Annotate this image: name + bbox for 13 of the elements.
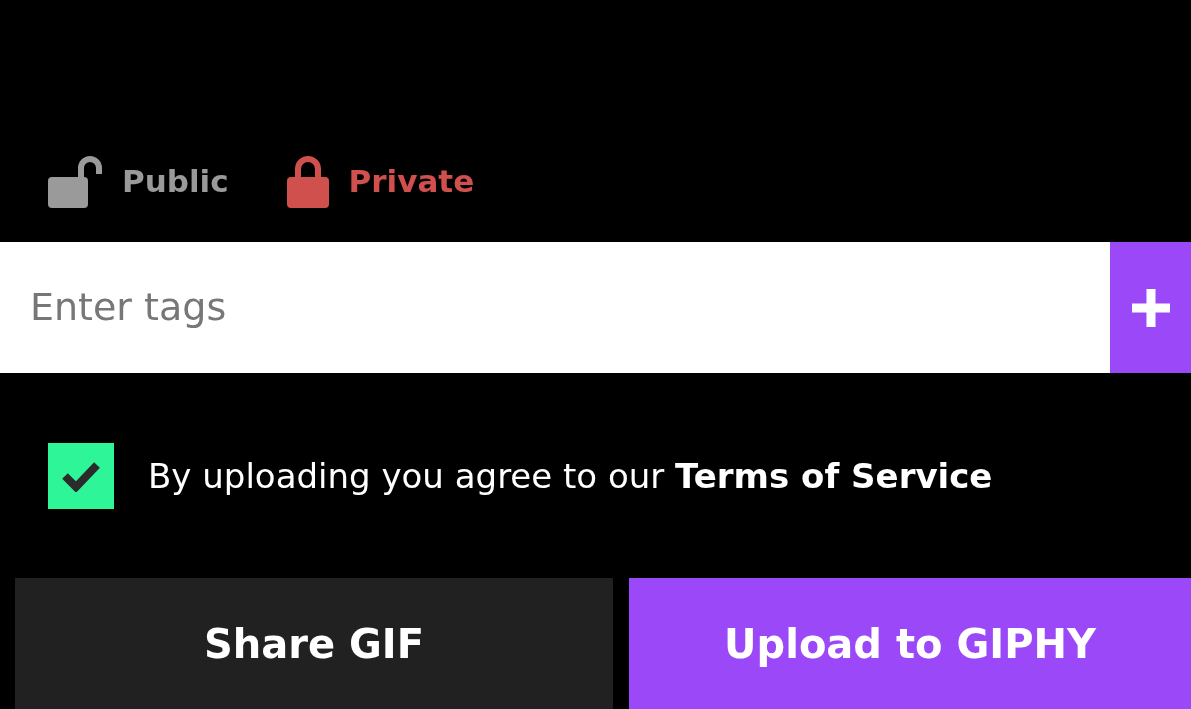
visibility-option[interactable]: Private <box>286 145 475 217</box>
visibility-option[interactable]: Public <box>48 145 229 217</box>
agreement-text: By uploading you agree to our Terms of Service <box>148 455 993 498</box>
terms-link[interactable]: Terms of Service <box>675 456 993 496</box>
checkmark-icon <box>61 460 101 492</box>
share-button[interactable]: Share GIF <box>15 578 613 709</box>
lock-icon <box>286 154 329 208</box>
plus-icon <box>1131 288 1170 327</box>
add-tag-button[interactable] <box>1110 242 1191 373</box>
agree-checkbox[interactable] <box>48 443 114 509</box>
unlocked-lock-icon <box>48 154 102 208</box>
upload-button[interactable]: Upload to GIPHY <box>629 578 1191 709</box>
tags-input-field[interactable]: Enter tags <box>0 242 1110 373</box>
